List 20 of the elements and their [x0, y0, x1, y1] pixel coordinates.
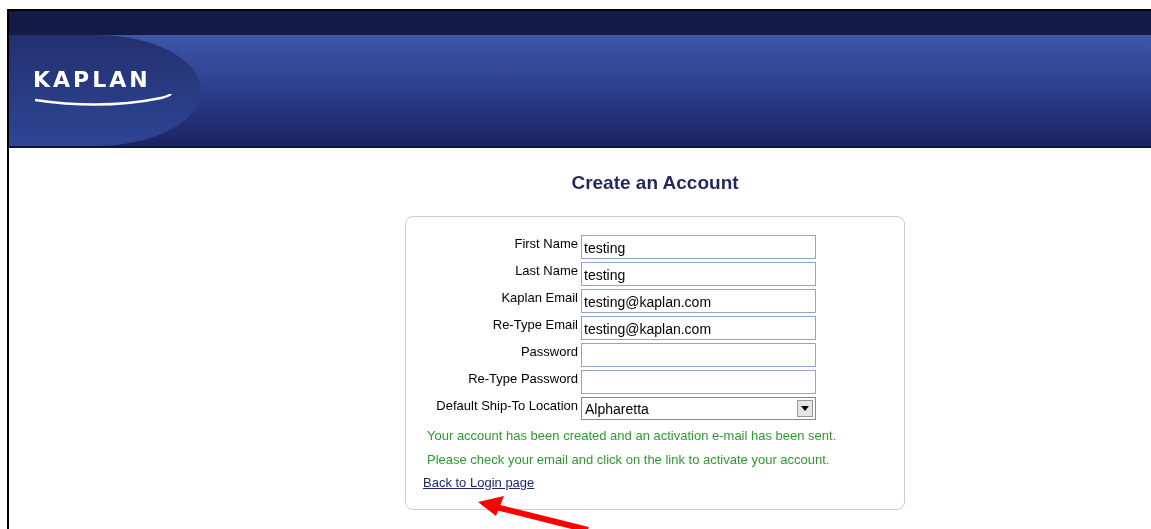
- field-label: Kaplan Email: [500, 289, 578, 307]
- input-field[interactable]: testing@kaplan.com: [581, 316, 816, 340]
- login-link[interactable]: Back to Login page: [423, 475, 535, 490]
- logo-text: KAPLAN: [33, 67, 152, 93]
- success-message: Your account has been created and an activation e-mail has been sent.: [427, 428, 838, 443]
- swoosh-icon: [33, 94, 173, 108]
- page-title: Create an Account: [571, 172, 739, 194]
- location-dropdown[interactable]: Alpharetta: [581, 397, 816, 420]
- input-field[interactable]: testing: [581, 262, 816, 286]
- field-label: First Name: [513, 235, 578, 253]
- field-label: Default Ship-To Location: [435, 397, 578, 415]
- field-label: Re-Type Email: [491, 316, 578, 334]
- password-field[interactable]: [581, 343, 816, 367]
- field-label: Password: [519, 343, 578, 361]
- success-message: Please check your email and click on the link to activate your account.: [427, 452, 831, 467]
- field-label: Last Name: [514, 262, 578, 280]
- password-field[interactable]: [581, 370, 816, 394]
- field-label: Re-Type Password: [467, 370, 578, 388]
- input-field[interactable]: testing@kaplan.com: [581, 289, 816, 313]
- input-field[interactable]: testing: [581, 235, 816, 259]
